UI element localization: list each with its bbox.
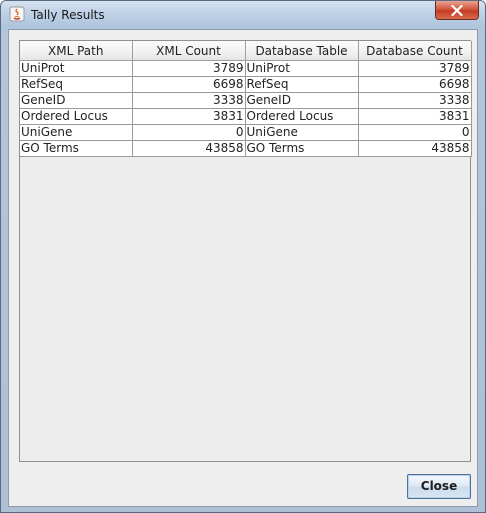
xml-count-cell[interactable]: 0 — [132, 124, 246, 141]
xml-path-cell[interactable]: RefSeq — [20, 76, 133, 93]
xml-path-cell[interactable]: UniProt — [20, 60, 133, 77]
xml-path-cell[interactable]: GeneID — [20, 92, 133, 109]
column-header-xml-count[interactable]: XML Count — [132, 41, 246, 61]
table-row[interactable]: RefSeq 6698 RefSeq 6698 — [20, 76, 472, 93]
xml-count-cell[interactable]: 43858 — [132, 140, 246, 157]
xml-count-cell[interactable]: 3789 — [132, 60, 246, 77]
table-row[interactable]: UniGene 0 UniGene 0 — [20, 124, 472, 141]
database-count-cell[interactable]: 6698 — [358, 76, 472, 93]
column-header-database-table[interactable]: Database Table — [245, 41, 359, 61]
results-scroll-pane[interactable]: XML Path XML Count Database Table Databa… — [19, 40, 472, 462]
xml-path-cell[interactable]: GO Terms — [20, 140, 133, 157]
database-count-cell[interactable]: 3789 — [358, 60, 472, 77]
tally-results-window: Tally Results XML Path XML Count Databas… — [0, 0, 486, 513]
database-table-cell[interactable]: GO Terms — [245, 140, 359, 157]
java-icon — [9, 6, 25, 22]
close-icon — [451, 5, 463, 16]
window-close-button[interactable] — [435, 1, 479, 20]
dialog-content: XML Path XML Count Database Table Databa… — [8, 29, 478, 507]
database-table-cell[interactable]: UniGene — [245, 124, 359, 141]
database-table-cell[interactable]: RefSeq — [245, 76, 359, 93]
database-count-cell[interactable]: 3338 — [358, 92, 472, 109]
database-count-cell[interactable]: 3831 — [358, 108, 472, 125]
results-table: XML Path XML Count Database Table Databa… — [20, 41, 472, 157]
table-header-row: XML Path XML Count Database Table Databa… — [20, 41, 472, 61]
xml-count-cell[interactable]: 6698 — [132, 76, 246, 93]
database-table-cell[interactable]: Ordered Locus — [245, 108, 359, 125]
database-count-cell[interactable]: 0 — [358, 124, 472, 141]
xml-path-cell[interactable]: UniGene — [20, 124, 133, 141]
title-bar[interactable]: Tally Results — [1, 1, 485, 29]
close-button[interactable]: Close — [407, 474, 471, 499]
database-count-cell[interactable]: 43858 — [358, 140, 472, 157]
window-title: Tally Results — [31, 8, 105, 22]
database-table-cell[interactable]: UniProt — [245, 60, 359, 77]
table-row[interactable]: UniProt 3789 UniProt 3789 — [20, 60, 472, 77]
table-row[interactable]: GO Terms 43858 GO Terms 43858 — [20, 140, 472, 157]
table-row[interactable]: Ordered Locus 3831 Ordered Locus 3831 — [20, 108, 472, 125]
xml-count-cell[interactable]: 3338 — [132, 92, 246, 109]
table-row[interactable]: GeneID 3338 GeneID 3338 — [20, 92, 472, 109]
xml-path-cell[interactable]: Ordered Locus — [20, 108, 133, 125]
xml-count-cell[interactable]: 3831 — [132, 108, 246, 125]
column-header-database-count[interactable]: Database Count — [358, 41, 472, 61]
database-table-cell[interactable]: GeneID — [245, 92, 359, 109]
column-header-xml-path[interactable]: XML Path — [20, 41, 133, 61]
